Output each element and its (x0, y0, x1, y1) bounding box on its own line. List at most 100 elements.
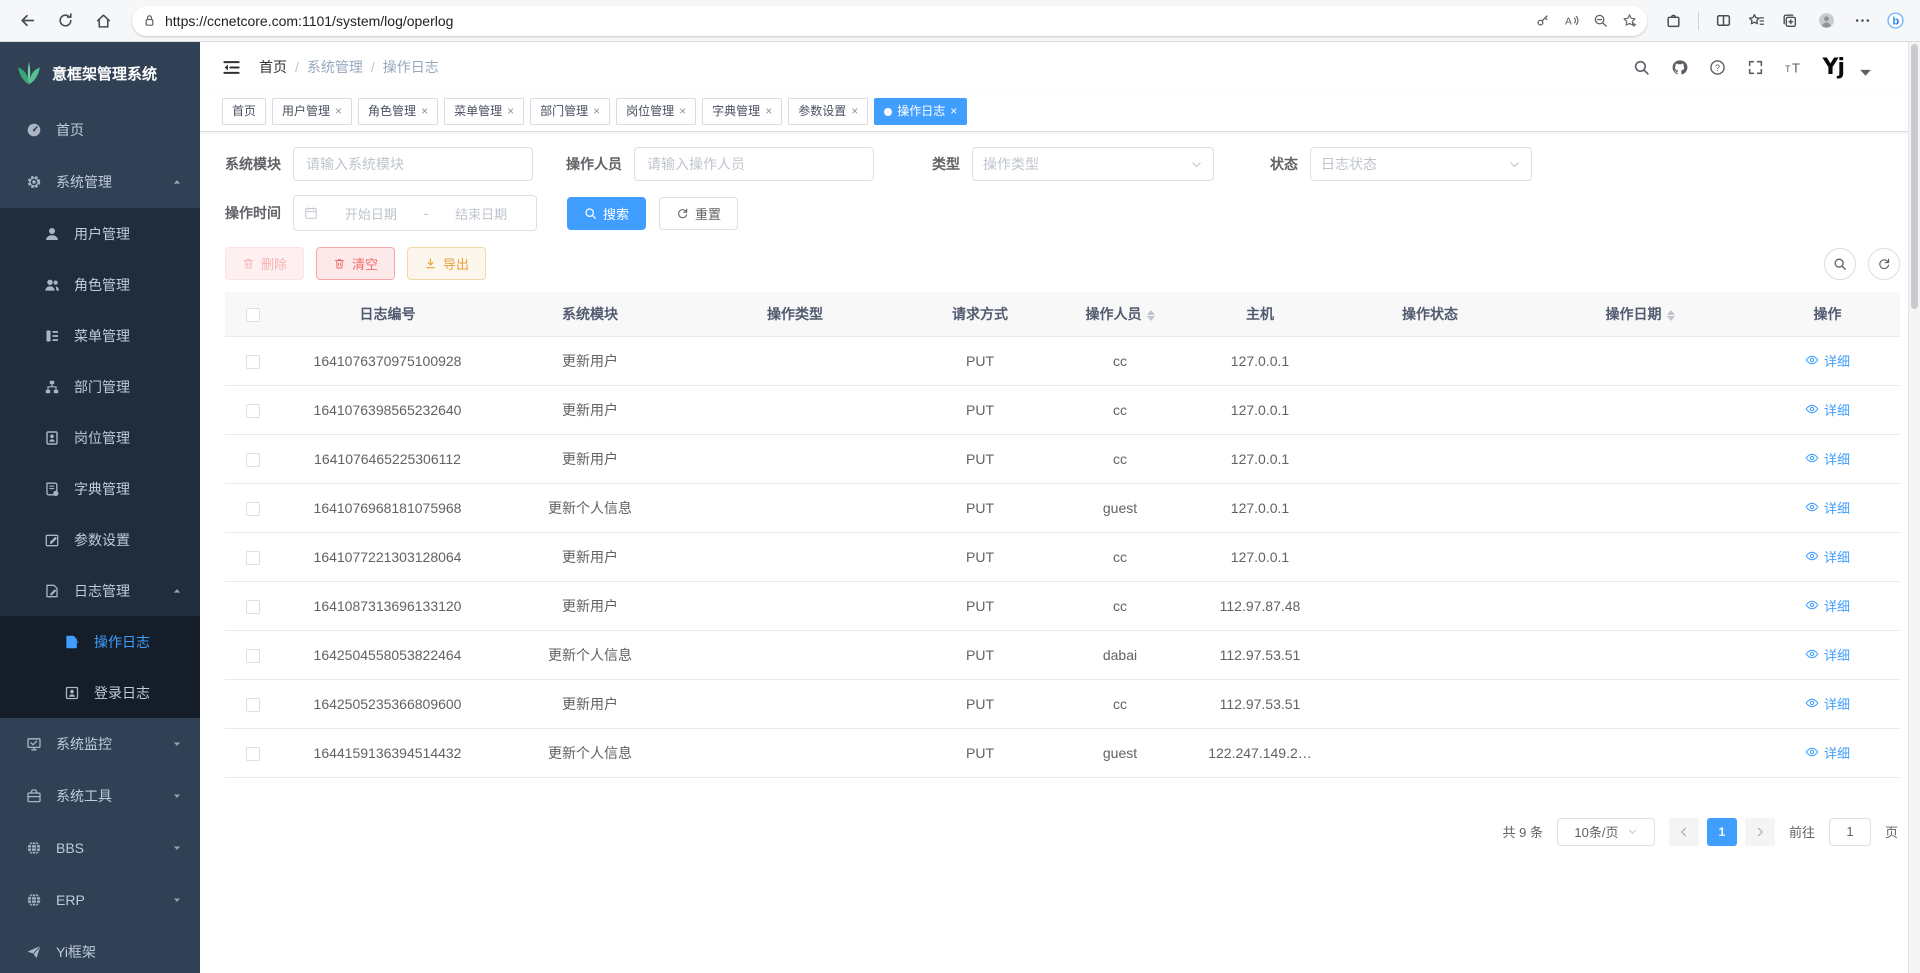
detail-link[interactable]: 详细 (1805, 694, 1850, 713)
tab-close-icon[interactable]: × (593, 99, 600, 124)
row-checkbox[interactable] (246, 600, 260, 614)
search-button[interactable]: 搜索 (567, 197, 646, 230)
sidebar-item-operlog[interactable]: 操作日志 (0, 616, 200, 667)
tab-操作日志[interactable]: 操作日志× (874, 98, 967, 125)
row-checkbox[interactable] (246, 453, 260, 467)
address-bar[interactable]: https://ccnetcore.com:1101/system/log/op… (132, 6, 1647, 36)
back-icon[interactable] (12, 6, 42, 36)
prev-page-button[interactable] (1669, 818, 1699, 846)
sidebar-item-home[interactable]: 首页 (0, 104, 200, 156)
detail-link[interactable]: 详细 (1805, 645, 1850, 664)
copilot-icon[interactable]: b (1887, 12, 1904, 29)
module-input[interactable] (293, 147, 533, 181)
more-icon[interactable] (1854, 12, 1871, 29)
date-range-picker[interactable]: 开始日期 - 结束日期 (293, 195, 537, 231)
tab-close-icon[interactable]: × (950, 99, 957, 124)
user-dropdown-caret-icon[interactable] (1857, 64, 1874, 81)
table-search-toggle-button[interactable] (1824, 248, 1856, 280)
tab-角色管理[interactable]: 角色管理× (358, 98, 438, 125)
sort-caret-icon[interactable] (1667, 310, 1675, 321)
breadcrumb-item[interactable]: 操作日志 (383, 57, 439, 77)
detail-link[interactable]: 详细 (1805, 351, 1850, 370)
fullscreen-icon[interactable] (1747, 59, 1764, 76)
page-size-select[interactable]: 10条/页 (1557, 818, 1655, 846)
type-select[interactable]: 操作类型 (972, 147, 1214, 181)
sidebar-item-dict[interactable]: 字典管理 (0, 463, 200, 514)
tab-close-icon[interactable]: × (679, 99, 686, 124)
github-icon[interactable] (1671, 59, 1688, 76)
split-screen-icon[interactable] (1715, 12, 1732, 29)
breadcrumb-item[interactable]: 系统管理 (307, 57, 363, 77)
sidebar-item-bbs[interactable]: BBS (0, 822, 200, 874)
url-text[interactable]: https://ccnetcore.com:1101/system/log/op… (165, 13, 1527, 29)
app-logo[interactable]: 意框架管理系统 (0, 42, 200, 104)
tab-close-icon[interactable]: × (765, 99, 772, 124)
sidebar-item-log[interactable]: 日志管理 (0, 565, 200, 616)
window-scrollbar[interactable] (1908, 42, 1920, 973)
row-checkbox[interactable] (246, 502, 260, 516)
sidebar-item-monitor[interactable]: 系统监控 (0, 718, 200, 770)
row-checkbox[interactable] (246, 404, 260, 418)
breadcrumb-item[interactable]: 首页 (259, 57, 287, 77)
tab-菜单管理[interactable]: 菜单管理× (444, 98, 524, 125)
detail-link[interactable]: 详细 (1805, 449, 1850, 468)
header-search-icon[interactable] (1633, 59, 1650, 76)
row-checkbox[interactable] (246, 698, 260, 712)
profile-avatar[interactable] (1814, 9, 1838, 33)
favorite-add-icon[interactable] (1622, 13, 1637, 28)
sidebar-item-config[interactable]: 参数设置 (0, 514, 200, 565)
table-refresh-button[interactable] (1868, 248, 1900, 280)
tab-字典管理[interactable]: 字典管理× (702, 98, 782, 125)
goto-page-input[interactable] (1829, 818, 1871, 846)
sort-caret-icon[interactable] (1147, 310, 1155, 321)
sidebar-item-yi[interactable]: Yi框架 (0, 926, 200, 973)
sidebar-item-system[interactable]: 系统管理 (0, 156, 200, 208)
sidebar-item-user[interactable]: 用户管理 (0, 208, 200, 259)
scrollbar-thumb[interactable] (1911, 44, 1918, 309)
favorites-icon[interactable] (1748, 12, 1765, 29)
tab-首页[interactable]: 首页 (222, 98, 266, 125)
row-checkbox[interactable] (246, 747, 260, 761)
detail-link[interactable]: 详细 (1805, 400, 1850, 419)
sidebar-item-post[interactable]: 岗位管理 (0, 412, 200, 463)
select-all-checkbox[interactable] (246, 308, 260, 322)
read-aloud-icon[interactable]: A (1564, 13, 1579, 28)
tab-部门管理[interactable]: 部门管理× (530, 98, 610, 125)
row-checkbox[interactable] (246, 551, 260, 565)
tab-close-icon[interactable]: × (421, 99, 428, 124)
sidebar-item-role[interactable]: 角色管理 (0, 259, 200, 310)
sidebar-item-loginlog[interactable]: 登录日志 (0, 667, 200, 718)
export-button[interactable]: 导出 (407, 247, 486, 280)
reset-button[interactable]: 重置 (659, 197, 738, 230)
refresh-icon[interactable] (50, 6, 80, 36)
extensions-icon[interactable] (1665, 12, 1682, 29)
collections-icon[interactable] (1781, 12, 1798, 29)
tab-close-icon[interactable]: × (335, 99, 342, 124)
help-icon[interactable]: ? (1709, 59, 1726, 76)
tab-用户管理[interactable]: 用户管理× (272, 98, 352, 125)
delete-button[interactable]: 删除 (225, 247, 304, 280)
home-icon[interactable] (88, 6, 118, 36)
row-checkbox[interactable] (246, 355, 260, 369)
tab-参数设置[interactable]: 参数设置× (788, 98, 868, 125)
tab-岗位管理[interactable]: 岗位管理× (616, 98, 696, 125)
detail-link[interactable]: 详细 (1805, 547, 1850, 566)
sidebar-item-dept[interactable]: 部门管理 (0, 361, 200, 412)
operator-input[interactable] (634, 147, 874, 181)
user-logo[interactable]: Yj (1823, 55, 1844, 80)
status-select[interactable]: 日志状态 (1310, 147, 1532, 181)
tab-close-icon[interactable]: × (851, 99, 858, 124)
next-page-button[interactable] (1745, 818, 1775, 846)
sidebar-collapse-icon[interactable] (222, 58, 241, 77)
detail-link[interactable]: 详细 (1805, 596, 1850, 615)
page-number-button[interactable]: 1 (1707, 818, 1737, 846)
font-size-icon[interactable]: TT (1785, 59, 1802, 76)
sidebar-item-erp[interactable]: ERP (0, 874, 200, 926)
sidebar-item-tool[interactable]: 系统工具 (0, 770, 200, 822)
detail-link[interactable]: 详细 (1805, 743, 1850, 762)
clear-button[interactable]: 清空 (316, 247, 395, 280)
detail-link[interactable]: 详细 (1805, 498, 1850, 517)
password-key-icon[interactable] (1535, 13, 1550, 28)
tab-close-icon[interactable]: × (507, 99, 514, 124)
zoom-out-icon[interactable] (1593, 13, 1608, 28)
